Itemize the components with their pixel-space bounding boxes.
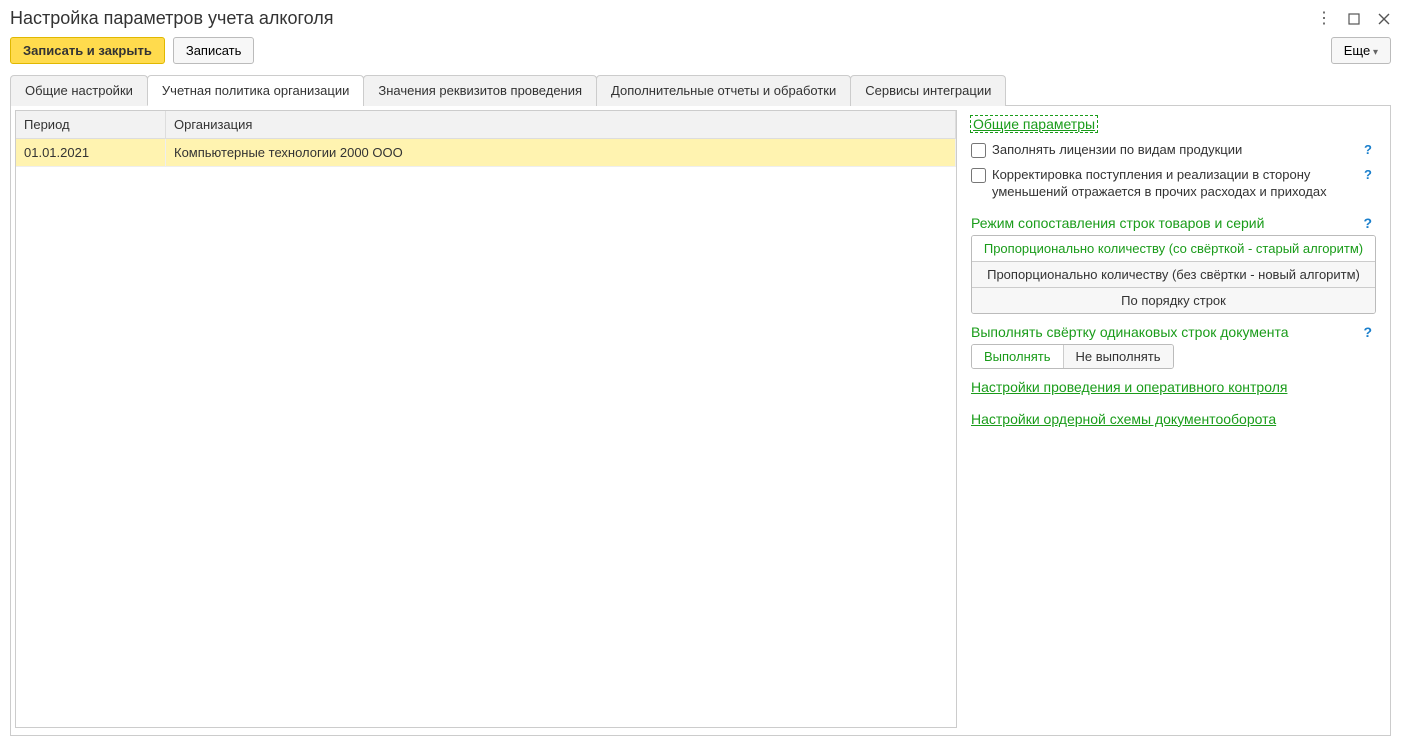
save-button[interactable]: Записать — [173, 37, 255, 64]
tab-additional-reports[interactable]: Дополнительные отчеты и обработки — [596, 75, 851, 106]
tab-general-settings[interactable]: Общие настройки — [10, 75, 148, 106]
tab-integration-services[interactable]: Сервисы интеграции — [850, 75, 1006, 106]
table-header: Период Организация — [16, 111, 956, 139]
table-row[interactable]: 01.01.2021 Компьютерные технологии 2000 … — [16, 139, 956, 167]
col-org-header[interactable]: Организация — [166, 111, 956, 139]
mode-section-title: Режим сопоставления строк товаров и сери… — [971, 215, 1264, 231]
help-icon[interactable]: ? — [1360, 142, 1376, 157]
settings-panel: Общие параметры Заполнять лицензии по ви… — [961, 106, 1390, 735]
tab-accounting-policy[interactable]: Учетная политика организации — [147, 75, 364, 106]
col-period-header[interactable]: Период — [16, 111, 166, 139]
checkbox-fill-licenses[interactable] — [971, 143, 986, 158]
collapse-segmented-control: Выполнять Не выполнять — [971, 344, 1174, 369]
order-scheme-settings-link[interactable]: Настройки ордерной схемы документооборот… — [971, 411, 1276, 427]
help-icon[interactable]: ? — [1360, 167, 1376, 182]
help-icon[interactable]: ? — [1359, 324, 1376, 340]
mode-option-proportional-collapse[interactable]: Пропорционально количеству (со свёрткой … — [972, 236, 1375, 262]
page-title: Настройка параметров учета алкоголя — [10, 8, 334, 29]
maximize-icon[interactable] — [1347, 12, 1361, 26]
save-and-close-button[interactable]: Записать и закрыть — [10, 37, 165, 64]
cell-period: 01.01.2021 — [16, 139, 166, 167]
collapse-section-title: Выполнять свёртку одинаковых строк докум… — [971, 324, 1289, 340]
kebab-menu-icon[interactable]: ⋮ — [1317, 12, 1331, 26]
close-icon[interactable] — [1377, 12, 1391, 26]
window-controls: ⋮ — [1317, 12, 1391, 26]
tab-strip: Общие настройки Учетная политика организ… — [10, 74, 1391, 106]
collapse-option-yes[interactable]: Выполнять — [972, 345, 1064, 368]
more-button[interactable]: Еще — [1331, 37, 1391, 64]
label-fill-licenses: Заполнять лицензии по видам продукции — [992, 142, 1354, 159]
mode-segmented-control: Пропорционально количеству (со свёрткой … — [971, 235, 1376, 314]
tab-posting-values[interactable]: Значения реквизитов проведения — [363, 75, 597, 106]
mode-option-by-row-order[interactable]: По порядку строк — [972, 288, 1375, 313]
posting-settings-link[interactable]: Настройки проведения и оперативного конт… — [971, 379, 1287, 395]
org-table-panel: Период Организация 01.01.2021 Компьютерн… — [11, 106, 961, 735]
collapse-option-no[interactable]: Не выполнять — [1064, 345, 1173, 368]
label-correction: Корректировка поступления и реализации в… — [992, 167, 1354, 201]
help-icon[interactable]: ? — [1359, 215, 1376, 231]
checkbox-correction[interactable] — [971, 168, 986, 183]
mode-option-proportional-no-collapse[interactable]: Пропорционально количеству (без свёртки … — [972, 262, 1375, 288]
cell-org: Компьютерные технологии 2000 ООО — [166, 139, 956, 167]
general-params-link[interactable]: Общие параметры — [971, 116, 1097, 132]
